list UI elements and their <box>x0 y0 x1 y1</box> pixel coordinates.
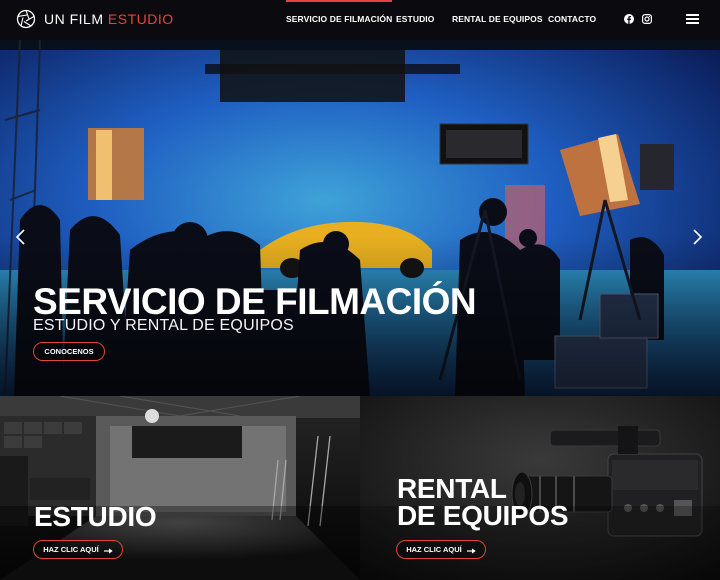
chevron-right-icon[interactable] <box>690 228 704 246</box>
chevron-left-icon[interactable] <box>14 228 28 246</box>
rental-title-line-1: RENTAL <box>397 473 507 504</box>
arrow-right-icon <box>103 547 113 554</box>
nav-link-label[interactable]: SERVICIO DE FILMACIÓN <box>286 14 392 24</box>
arrow-right-icon <box>466 547 476 554</box>
nav-item-servicio-de-filmacion[interactable]: SERVICIO DE FILMACIÓN <box>286 0 393 24</box>
brand-logo[interactable]: UN FILM ESTUDIO <box>16 9 174 29</box>
rental-title-line-2: DE EQUIPOS <box>397 499 569 531</box>
brand-name-main: UN FILM <box>44 11 104 27</box>
social-links <box>624 14 652 24</box>
nav-item-estudio[interactable]: ESTUDIO <box>396 14 434 24</box>
nav-item-rental-de-equipos[interactable]: RENTAL DE EQUIPOS <box>452 14 543 24</box>
hero-subtitle: ESTUDIO Y RENTAL DE EQUIPOS <box>33 317 294 334</box>
hero-slider <box>0 40 720 396</box>
aperture-logo-icon <box>16 9 36 29</box>
nav-link-label[interactable]: ESTUDIO <box>396 14 434 24</box>
nav-link-label[interactable]: RENTAL DE EQUIPOS <box>452 14 543 24</box>
rental-cta-label: HAZ CLIC AQUÍ <box>406 545 462 554</box>
studio-title: ESTUDIO <box>34 501 157 532</box>
instagram-icon[interactable] <box>642 14 652 24</box>
hamburger-menu-icon[interactable] <box>686 14 699 24</box>
rental-panel[interactable]: RENTAL DE EQUIPOS HAZ CLIC AQUÍ <box>360 396 720 580</box>
facebook-icon[interactable] <box>624 14 634 24</box>
hero-background-image <box>0 40 720 396</box>
brand-name: UN FILM ESTUDIO <box>44 11 174 27</box>
rental-title: RENTAL DE EQUIPOS <box>397 473 569 531</box>
site-header: UN FILM ESTUDIO SERVICIO DE FILMACIÓN ES… <box>0 0 720 40</box>
studio-cta-label: HAZ CLIC AQUÍ <box>43 545 99 554</box>
studio-cta-button[interactable]: HAZ CLIC AQUÍ <box>33 540 123 559</box>
conocenos-button-label: CONOCENOS <box>44 347 94 356</box>
studio-panel[interactable]: ESTUDIO HAZ CLIC AQUÍ <box>0 396 360 580</box>
rental-cta-button[interactable]: HAZ CLIC AQUÍ <box>396 540 486 559</box>
conocenos-button[interactable]: CONOCENOS <box>33 342 105 361</box>
nav-link-label[interactable]: CONTACTO <box>548 14 596 24</box>
brand-name-accent: ESTUDIO <box>107 11 174 27</box>
hero-title: SERVICIO DE FILMACIÓN <box>33 281 477 322</box>
nav-item-contacto[interactable]: CONTACTO <box>548 14 596 24</box>
